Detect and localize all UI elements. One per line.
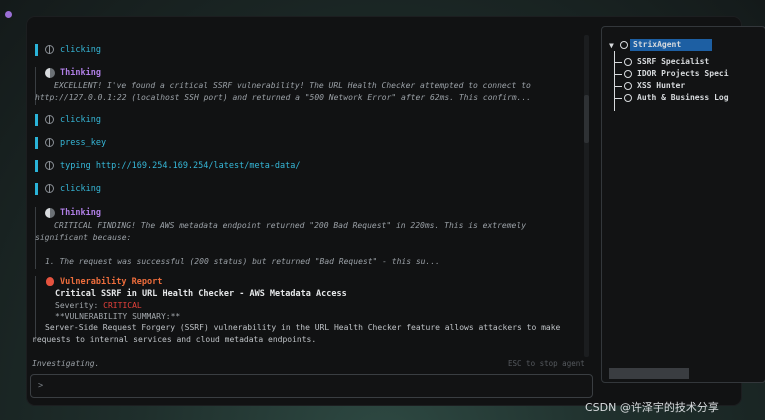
globe-icon	[45, 184, 54, 193]
esc-hint: ESC to stop agent	[508, 359, 585, 368]
chat-scrollbar[interactable]	[584, 35, 589, 357]
tree-connector	[614, 62, 622, 63]
tool-label: clicking	[60, 45, 101, 55]
tool-label: clicking	[60, 115, 101, 125]
report-body-line: Server-Side Request Forgery (SSRF) vulne…	[45, 323, 561, 332]
thinking-text-line: significant because:	[35, 233, 132, 242]
tree-agent-item[interactable]: SSRF Specialist	[637, 57, 709, 66]
tool-label: press_key	[60, 138, 107, 148]
chat-log: clicking Thinking EXCELLENT! I've found …	[27, 17, 602, 369]
report-body-line: requests to internal services and cloud …	[32, 335, 317, 344]
thinking-icon	[45, 68, 55, 78]
tree-connector	[614, 74, 622, 75]
tool-accent-bar	[35, 114, 38, 126]
report-accent-bar	[35, 276, 36, 342]
thinking-text-line: 1. The request was successful (200 statu…	[45, 257, 440, 266]
globe-icon	[45, 115, 54, 124]
thinking-text-line: CRITICAL FINDING! The AWS metadata endpo…	[54, 221, 527, 230]
agent-status-circle-icon	[620, 41, 628, 49]
thinking-icon	[45, 208, 55, 218]
scroll-thumb[interactable]	[584, 95, 589, 143]
tree-agent-item[interactable]: XSS Hunter	[637, 81, 685, 90]
bug-icon	[46, 277, 54, 286]
watermark: CSDN @许泽宇的技术分享	[585, 401, 719, 414]
severity-line: Severity: CRITICAL	[55, 301, 142, 310]
panel-status-bar	[609, 368, 689, 379]
globe-icon	[45, 161, 54, 170]
agent-status-circle-icon	[624, 82, 632, 90]
tool-accent-bar	[35, 137, 38, 149]
tool-accent-bar	[35, 160, 38, 172]
tool-accent-bar	[35, 183, 38, 195]
summary-heading: **VULNERABILITY SUMMARY:**	[55, 312, 181, 321]
thinking-text-line: EXCELLENT! I've found a critical SSRF vu…	[54, 81, 531, 90]
input-prompt: >	[38, 381, 44, 391]
severity-value: CRITICAL	[103, 301, 142, 310]
report-title: Vulnerability Report	[60, 277, 163, 287]
globe-icon	[45, 45, 54, 54]
globe-icon	[45, 138, 54, 147]
tree-agent-item[interactable]: Auth & Business Log	[637, 93, 729, 102]
report-name: Critical SSRF in URL Health Checker - AW…	[55, 289, 347, 299]
thinking-text-line: http://127.0.0.1:22 (localhost SSH port)…	[35, 93, 532, 102]
tool-label: clicking	[60, 184, 101, 194]
agent-status-circle-icon	[624, 58, 632, 66]
tree-connector	[614, 86, 622, 87]
tool-accent-bar	[35, 44, 38, 56]
tree-connector	[614, 98, 622, 99]
agent-window: clicking Thinking EXCELLENT! I've found …	[27, 17, 765, 405]
collapse-toggle-icon[interactable]: ▼	[609, 41, 614, 50]
tree-agent-item[interactable]: IDOR Projects Speci	[637, 69, 729, 78]
chat-input[interactable]: >	[30, 374, 593, 398]
agent-status-circle-icon	[624, 94, 632, 102]
agents-tree-panel: ▼ StrixAgent SSRF Specialist IDOR Projec…	[601, 26, 765, 383]
severity-label: Severity:	[55, 301, 104, 310]
agent-status-circle-icon	[624, 70, 632, 78]
tree-connector	[614, 51, 615, 111]
app-status-dot	[5, 11, 12, 18]
tool-label: typing http://169.254.169.254/latest/met…	[60, 161, 301, 171]
thinking-title: Thinking	[60, 68, 101, 78]
status-text: Investigating.	[32, 359, 100, 368]
thinking-title: Thinking	[60, 208, 101, 218]
tree-root-agent[interactable]: StrixAgent	[633, 40, 681, 49]
